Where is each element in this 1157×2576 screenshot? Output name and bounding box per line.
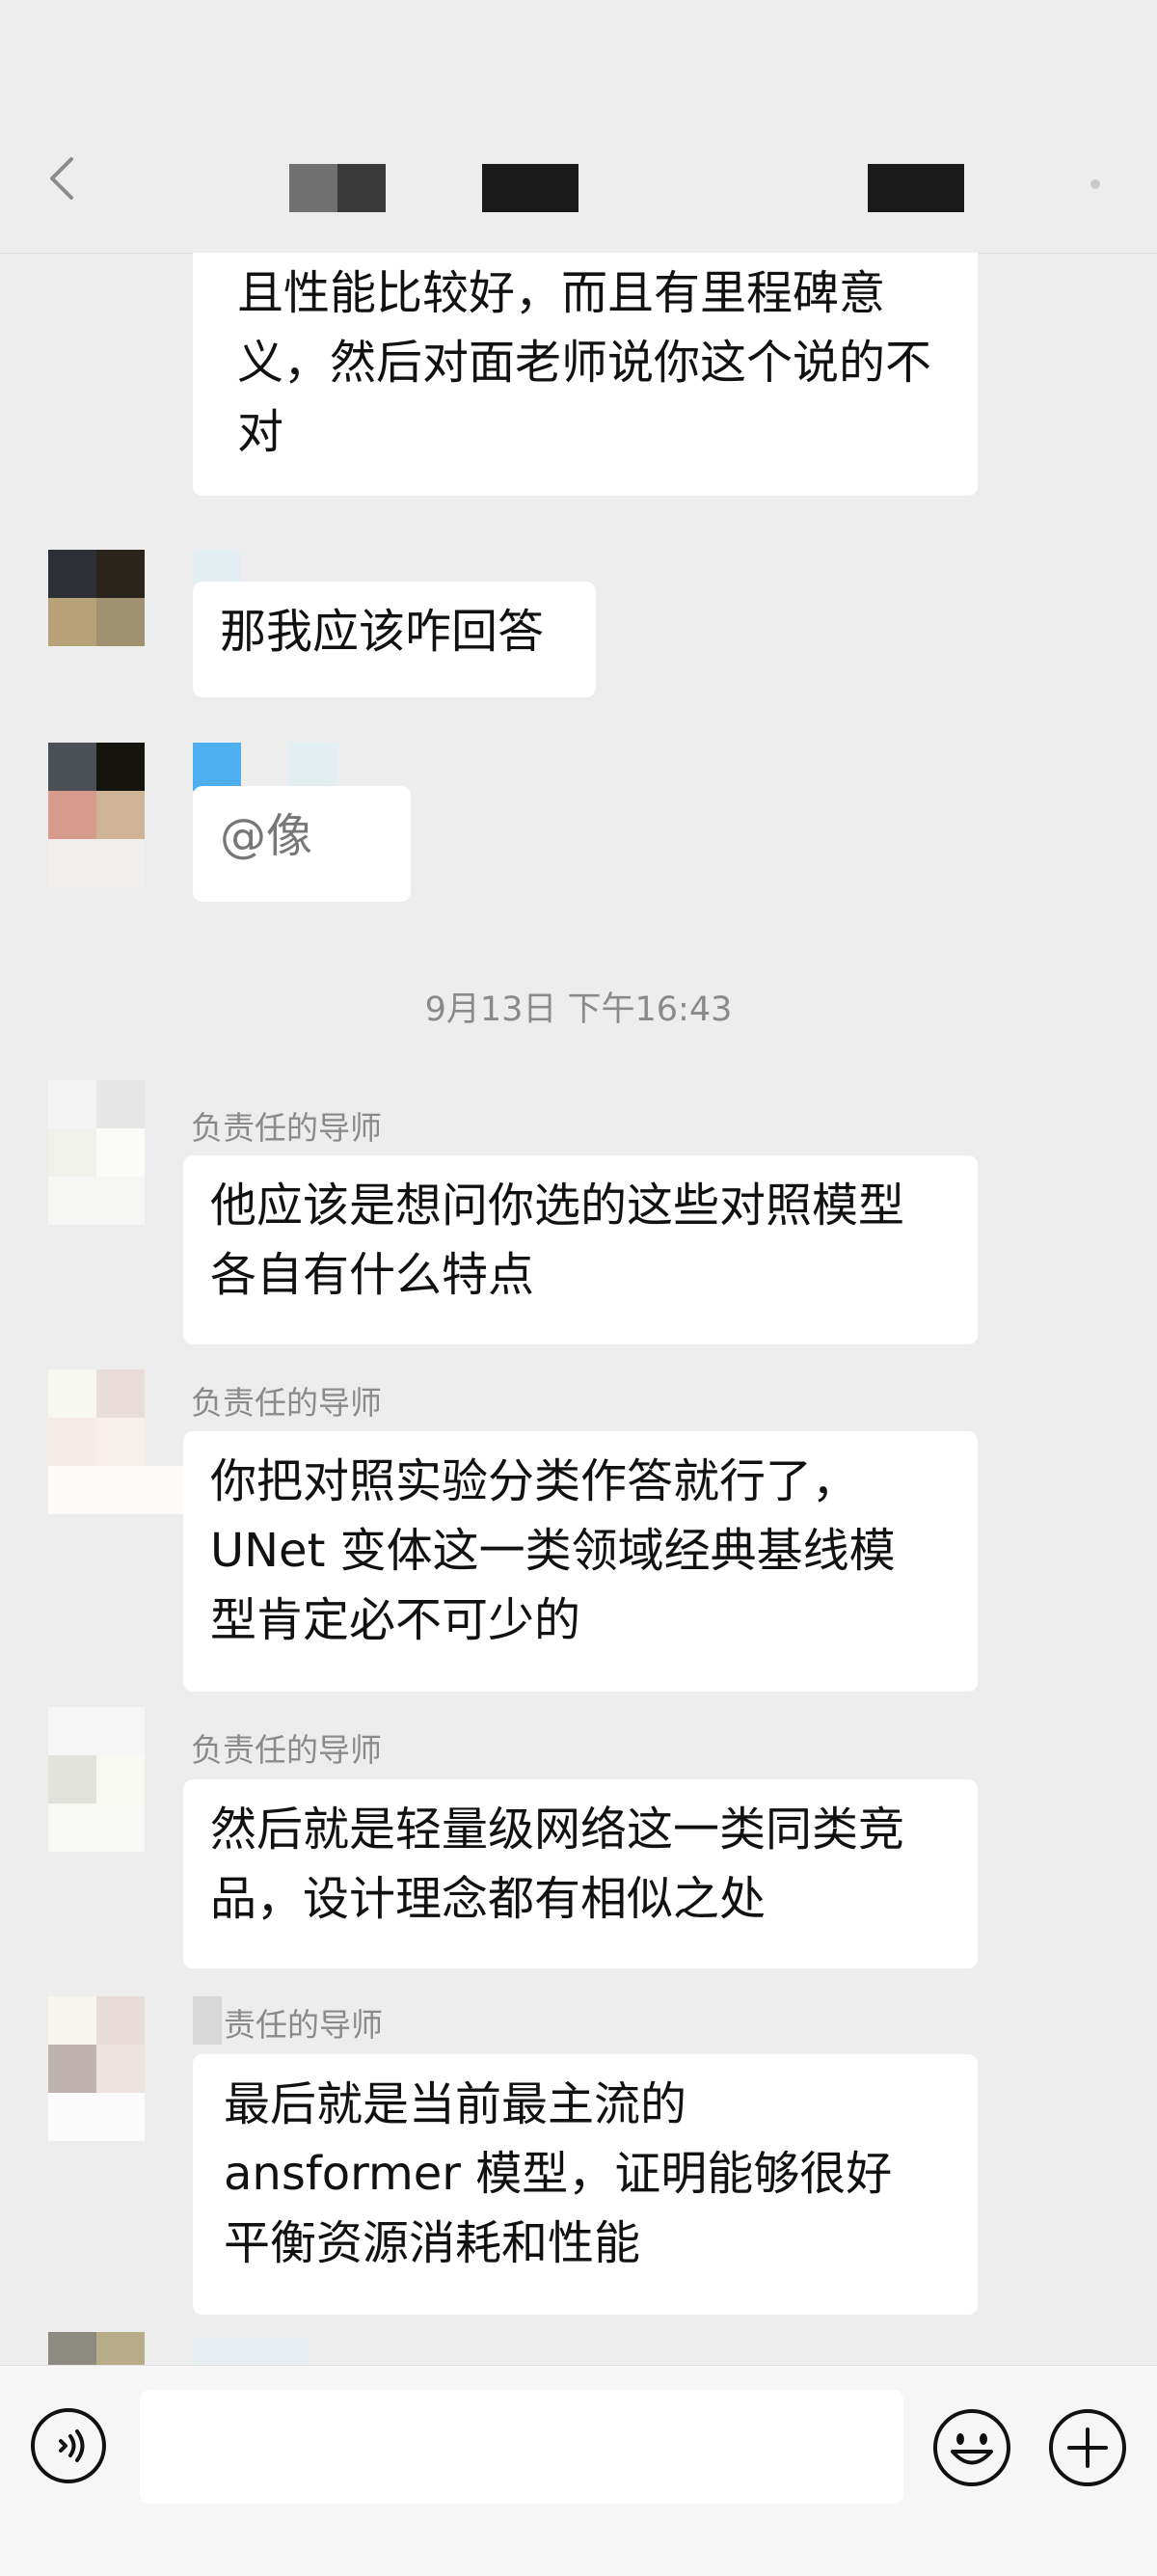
plus-icon: [1049, 2409, 1126, 2486]
message-bubble[interactable]: 他应该是想问你选的这些对照模型 各自有什么特点: [183, 1155, 978, 1344]
more-options-button[interactable]: [1090, 179, 1100, 189]
avatar[interactable]: [48, 550, 145, 646]
title-redaction: [289, 164, 337, 212]
avatar[interactable]: [48, 1996, 145, 2093]
emoji-icon: [933, 2409, 1010, 2486]
avatar-fade: [48, 839, 145, 887]
message-bubble[interactable]: 最后就是当前最主流的 ansformer 模型，证明能够很好 平衡资源消耗和性能: [193, 2054, 978, 2315]
message-bubble[interactable]: 且性能比较好，而且有里程碑意 义，然后对面老师说你这个说的不 对: [193, 253, 978, 496]
timestamp: 9月13日 下午16:43: [424, 990, 733, 1029]
avatar-fade: [48, 1803, 145, 1852]
avatar[interactable]: [48, 1080, 145, 1177]
add-button[interactable]: [1046, 2406, 1129, 2489]
avatar-fade: [48, 1177, 145, 1225]
message-input[interactable]: [140, 2390, 903, 2504]
avatar[interactable]: [48, 743, 145, 839]
sender-name: 负责任的导师: [191, 1384, 382, 1422]
message-bubble[interactable]: 你把对照实验分类作答就行了， UNet 变体这一类领域经典基线模 型肯定必不可少…: [183, 1431, 978, 1692]
message-bubble[interactable]: 那我应该咋回答: [193, 582, 596, 697]
avatar-fade: [48, 2093, 145, 2141]
emoji-button[interactable]: [930, 2406, 1013, 2489]
avatar[interactable]: [48, 1707, 145, 1803]
title-redaction: [868, 164, 964, 212]
name-redaction: [193, 743, 241, 791]
title-redaction: [482, 164, 578, 212]
name-redaction: [289, 743, 337, 791]
avatar: [96, 2332, 145, 2365]
message-bubble[interactable]: 然后就是轻量级网络这一类同类竞 品，设计理念都有相似之处: [183, 1779, 978, 1968]
back-button[interactable]: [42, 154, 81, 203]
sender-name: 责任的导师: [224, 2006, 383, 2044]
avatar[interactable]: [48, 2332, 96, 2365]
avatar-fade: [48, 1466, 183, 1514]
avatar[interactable]: [48, 1369, 145, 1466]
chevron-left-icon: [50, 157, 73, 200]
chat-header: [0, 0, 1157, 254]
name-redaction: [193, 1996, 222, 2045]
message-bubble[interactable]: @像: [193, 786, 411, 902]
sender-name: 负责任的导师: [191, 1731, 382, 1769]
sender-name: 负责任的导师: [191, 1109, 382, 1147]
name-redaction: [193, 2339, 309, 2365]
title-redaction: [337, 164, 386, 212]
voice-button[interactable]: [29, 2406, 108, 2485]
voice-icon: [31, 2408, 106, 2483]
